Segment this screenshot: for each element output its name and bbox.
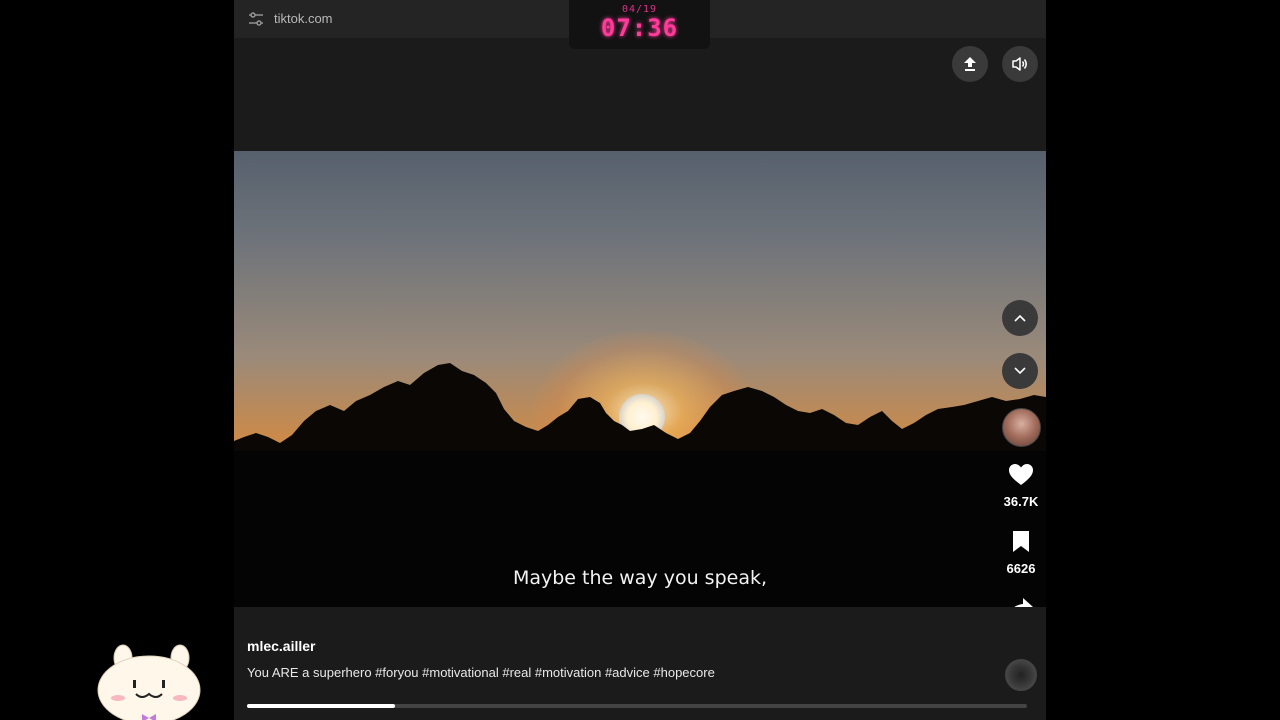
video-subtitle: Maybe the way you speak, xyxy=(512,567,768,589)
video-player[interactable]: Maybe the way you speak, xyxy=(234,151,1046,607)
post-info: mlec.ailler You ARE a superhero #foryou … xyxy=(234,607,1046,720)
like-button[interactable]: 36.7K xyxy=(994,463,1046,509)
bookmark-count: 6626 xyxy=(1006,561,1036,576)
post-caption: You ARE a superhero #foryou #motivationa… xyxy=(247,665,715,680)
upload-button[interactable] xyxy=(952,46,988,82)
url-text[interactable]: tiktok.com xyxy=(274,11,333,26)
video-progress-bar[interactable] xyxy=(247,704,1027,708)
tiktok-viewer: tiktok.com 04/19 07:36 Maybe the way you… xyxy=(234,0,1046,720)
next-video-button[interactable] xyxy=(1002,353,1038,389)
music-disc-icon[interactable] xyxy=(1005,659,1037,691)
creator-username[interactable]: mlec.ailler xyxy=(247,638,316,654)
bunny-mascot-icon xyxy=(97,644,201,720)
tune-icon[interactable] xyxy=(248,11,264,27)
clock-widget: 04/19 07:36 xyxy=(569,0,710,49)
creator-avatar[interactable] xyxy=(1002,408,1041,447)
bookmark-icon xyxy=(1013,531,1029,552)
volume-button[interactable] xyxy=(1002,46,1038,82)
like-count: 36.7K xyxy=(1003,494,1039,509)
heart-icon xyxy=(1009,464,1033,485)
screen: tiktok.com 04/19 07:36 Maybe the way you… xyxy=(0,0,1280,720)
video-progress-fill xyxy=(247,704,396,708)
bookmark-button[interactable]: 6626 xyxy=(994,530,1046,576)
chevron-up-icon xyxy=(1014,314,1026,322)
chevron-down-icon xyxy=(1014,367,1026,375)
previous-video-button[interactable] xyxy=(1002,300,1038,336)
clock-time: 07:36 xyxy=(600,14,679,42)
volume-icon xyxy=(1012,57,1027,71)
upload-icon xyxy=(964,57,976,71)
